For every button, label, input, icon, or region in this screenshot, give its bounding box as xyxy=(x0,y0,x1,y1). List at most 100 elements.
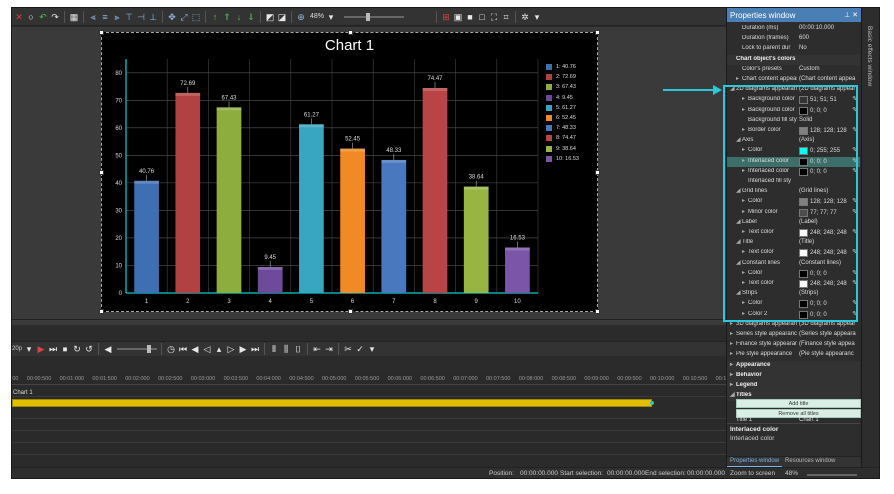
property-value[interactable]: 0; 0; 0 xyxy=(799,269,827,278)
property-row[interactable]: Lock to parent dur No xyxy=(727,44,860,54)
expand-arrow-icon[interactable]: ▸ xyxy=(742,95,745,102)
collapse-arrow-icon[interactable]: ◢ xyxy=(736,218,741,225)
expand-arrow-icon[interactable]: ▸ xyxy=(730,361,733,368)
property-value[interactable]: 0; 0; 0 xyxy=(799,167,827,176)
timeline-ruler[interactable]: 00:00:000 00:00:500 00:01:000 00:01:500 00:0… xyxy=(12,371,740,385)
property-value[interactable]: (Pie style appearanc xyxy=(799,351,854,357)
volume-slider-knob[interactable] xyxy=(147,345,152,353)
property-row[interactable]: ▸ Legend xyxy=(727,381,860,392)
property-row[interactable]: ▸ Pie style appearance (Pie style appearan… xyxy=(727,350,860,360)
color-swatch[interactable] xyxy=(799,157,808,166)
property-row[interactable]: Interlaced fill sty xyxy=(727,177,860,187)
property-value[interactable]: 0; 0; 0 xyxy=(799,157,827,166)
property-row[interactable]: ▸ Interlaced color 0; 0; 0 ✎ xyxy=(727,156,860,167)
move-icon[interactable]: ✥ xyxy=(167,12,177,22)
pin-icon[interactable]: ⊥ xyxy=(844,12,850,19)
move-bottom-icon[interactable]: ⇓ xyxy=(246,12,256,22)
align-top-icon[interactable]: ⊤ xyxy=(124,12,134,22)
stretch-icon[interactable]: ⬚ xyxy=(191,12,201,22)
property-value[interactable]: (Series style appeara xyxy=(799,331,856,337)
color-swatch[interactable] xyxy=(799,300,808,309)
next-frame-icon[interactable]: ▶ xyxy=(238,344,248,354)
property-row[interactable]: ▸ Series style appearanc (Series style app… xyxy=(727,330,860,340)
property-row[interactable]: Color's presets Custom xyxy=(727,65,860,75)
collapse-arrow-icon[interactable]: ◢ xyxy=(730,391,735,398)
expand-arrow-icon[interactable]: ▸ xyxy=(730,381,733,388)
add-title-button[interactable]: Add title xyxy=(736,399,861,408)
color-swatch[interactable] xyxy=(799,106,808,115)
basic-effects-label[interactable]: Basic effects window xyxy=(866,26,873,86)
eyedropper-icon[interactable]: ✎ xyxy=(852,228,858,236)
prev-frame-icon[interactable]: ◀ xyxy=(190,344,200,354)
property-row[interactable]: ▸ Color 2 0; 0; 0 ✎ xyxy=(727,310,860,320)
status-zoom-value[interactable]: 48% xyxy=(785,470,798,477)
property-row[interactable]: Duration (ms) 00:00:10.000 xyxy=(727,24,860,34)
chevron-down-icon[interactable]: ▾ xyxy=(24,344,34,354)
property-row[interactable]: ▸ 3D diagrams appearan (3D diagrams appear xyxy=(727,320,860,330)
basic-effects-strip[interactable]: Basic effects window xyxy=(861,8,879,467)
property-row[interactable]: ◢ Axis (Axis) xyxy=(727,136,860,146)
panel-splitter[interactable] xyxy=(12,319,726,324)
color-swatch[interactable] xyxy=(799,167,808,176)
align-left-icon[interactable]: ⫷ xyxy=(88,12,98,22)
eyedropper-icon[interactable]: ✎ xyxy=(852,248,858,256)
eyedropper-icon[interactable]: ✎ xyxy=(852,95,858,103)
property-value[interactable]: (Label) xyxy=(799,219,818,225)
color-swatch[interactable] xyxy=(799,198,808,207)
property-row[interactable]: Background fill styl Solid xyxy=(727,116,860,126)
color-swatch[interactable] xyxy=(799,208,808,217)
property-value[interactable]: (Axis) xyxy=(799,137,814,143)
timeline-clip[interactable]: Chart 1 xyxy=(12,390,654,407)
status-zoom-slider[interactable] xyxy=(807,474,857,476)
expand-arrow-icon[interactable]: ▸ xyxy=(730,350,733,357)
eyedropper-icon[interactable]: ✎ xyxy=(852,299,858,307)
property-value[interactable]: Custom xyxy=(799,66,820,72)
eyedropper-icon[interactable]: ✎ xyxy=(852,208,858,216)
move-up-icon[interactable]: ↑ xyxy=(210,12,220,22)
property-value[interactable]: (3D diagrams appear xyxy=(799,321,855,327)
chevron-down-icon[interactable]: ▾ xyxy=(326,12,336,22)
resize-handle-right[interactable] xyxy=(595,170,600,175)
gear-icon[interactable]: ✲ xyxy=(520,12,530,22)
zoom-slider-knob[interactable] xyxy=(366,12,371,21)
expand-arrow-icon[interactable]: ▸ xyxy=(742,197,745,204)
crop-timeline-icon[interactable]: ⌷ xyxy=(293,344,303,354)
delete-icon[interactable]: ✕ xyxy=(14,12,24,22)
property-row[interactable]: ▸ Appearance xyxy=(727,360,860,371)
align-bottom-icon[interactable]: ⊥ xyxy=(148,12,158,22)
property-value[interactable]: (Chart content appea xyxy=(799,76,855,82)
property-row[interactable]: ◢ Title (Title) xyxy=(727,238,860,248)
expand-arrow-icon[interactable]: ▸ xyxy=(742,106,745,113)
resize-handle-top-right[interactable] xyxy=(595,30,600,35)
zoom-slider[interactable] xyxy=(344,12,405,21)
move-top-icon[interactable]: ⇑ xyxy=(222,12,232,22)
property-value[interactable]: 77; 77; 77 xyxy=(799,208,837,217)
property-value[interactable]: 600 xyxy=(799,35,809,41)
expand-arrow-icon[interactable]: ▸ xyxy=(742,269,745,276)
align-center-icon[interactable]: ≡ xyxy=(100,12,110,22)
crop-icon[interactable]: ⌗ xyxy=(501,12,511,22)
zoom-value[interactable]: 48% xyxy=(310,13,324,20)
expand-arrow-icon[interactable]: ▸ xyxy=(742,146,745,153)
step-icon[interactable]: ⏭ xyxy=(48,344,58,354)
collapse-arrow-icon[interactable]: ◢ xyxy=(736,289,741,296)
eyedropper-icon[interactable]: ✎ xyxy=(852,106,858,114)
eyedropper-icon[interactable]: ✎ xyxy=(852,146,858,154)
property-row[interactable]: ▸ Color 0; 0; 0 ✎ xyxy=(727,299,860,309)
align-middle-icon[interactable]: ⊣ xyxy=(136,12,146,22)
color-swatch[interactable] xyxy=(799,229,808,237)
square-outline-icon[interactable]: □ xyxy=(477,12,487,22)
property-row[interactable]: ▸ Text color 248; 248; 248 ✎ xyxy=(727,248,860,258)
property-row[interactable]: ▸ Interlaced color 0; 0; 0 ✎ xyxy=(727,167,860,177)
snap-icon[interactable]: ⊞ xyxy=(441,12,451,22)
rewind-icon[interactable]: ↺ xyxy=(84,344,94,354)
move-down-icon[interactable]: ↓ xyxy=(234,12,244,22)
expand-arrow-icon[interactable]: ▸ xyxy=(736,75,739,82)
eyedropper-icon[interactable]: ✎ xyxy=(852,157,858,165)
property-value[interactable]: 128; 128; 128 xyxy=(799,198,847,207)
tools-icon[interactable]: ✂ xyxy=(343,344,353,354)
check-icon[interactable]: ✓ xyxy=(355,344,365,354)
property-value[interactable]: (Title) xyxy=(799,239,814,245)
eyedropper-icon[interactable]: ✎ xyxy=(852,167,858,175)
property-value[interactable]: 0; 0; 0 xyxy=(799,310,827,319)
